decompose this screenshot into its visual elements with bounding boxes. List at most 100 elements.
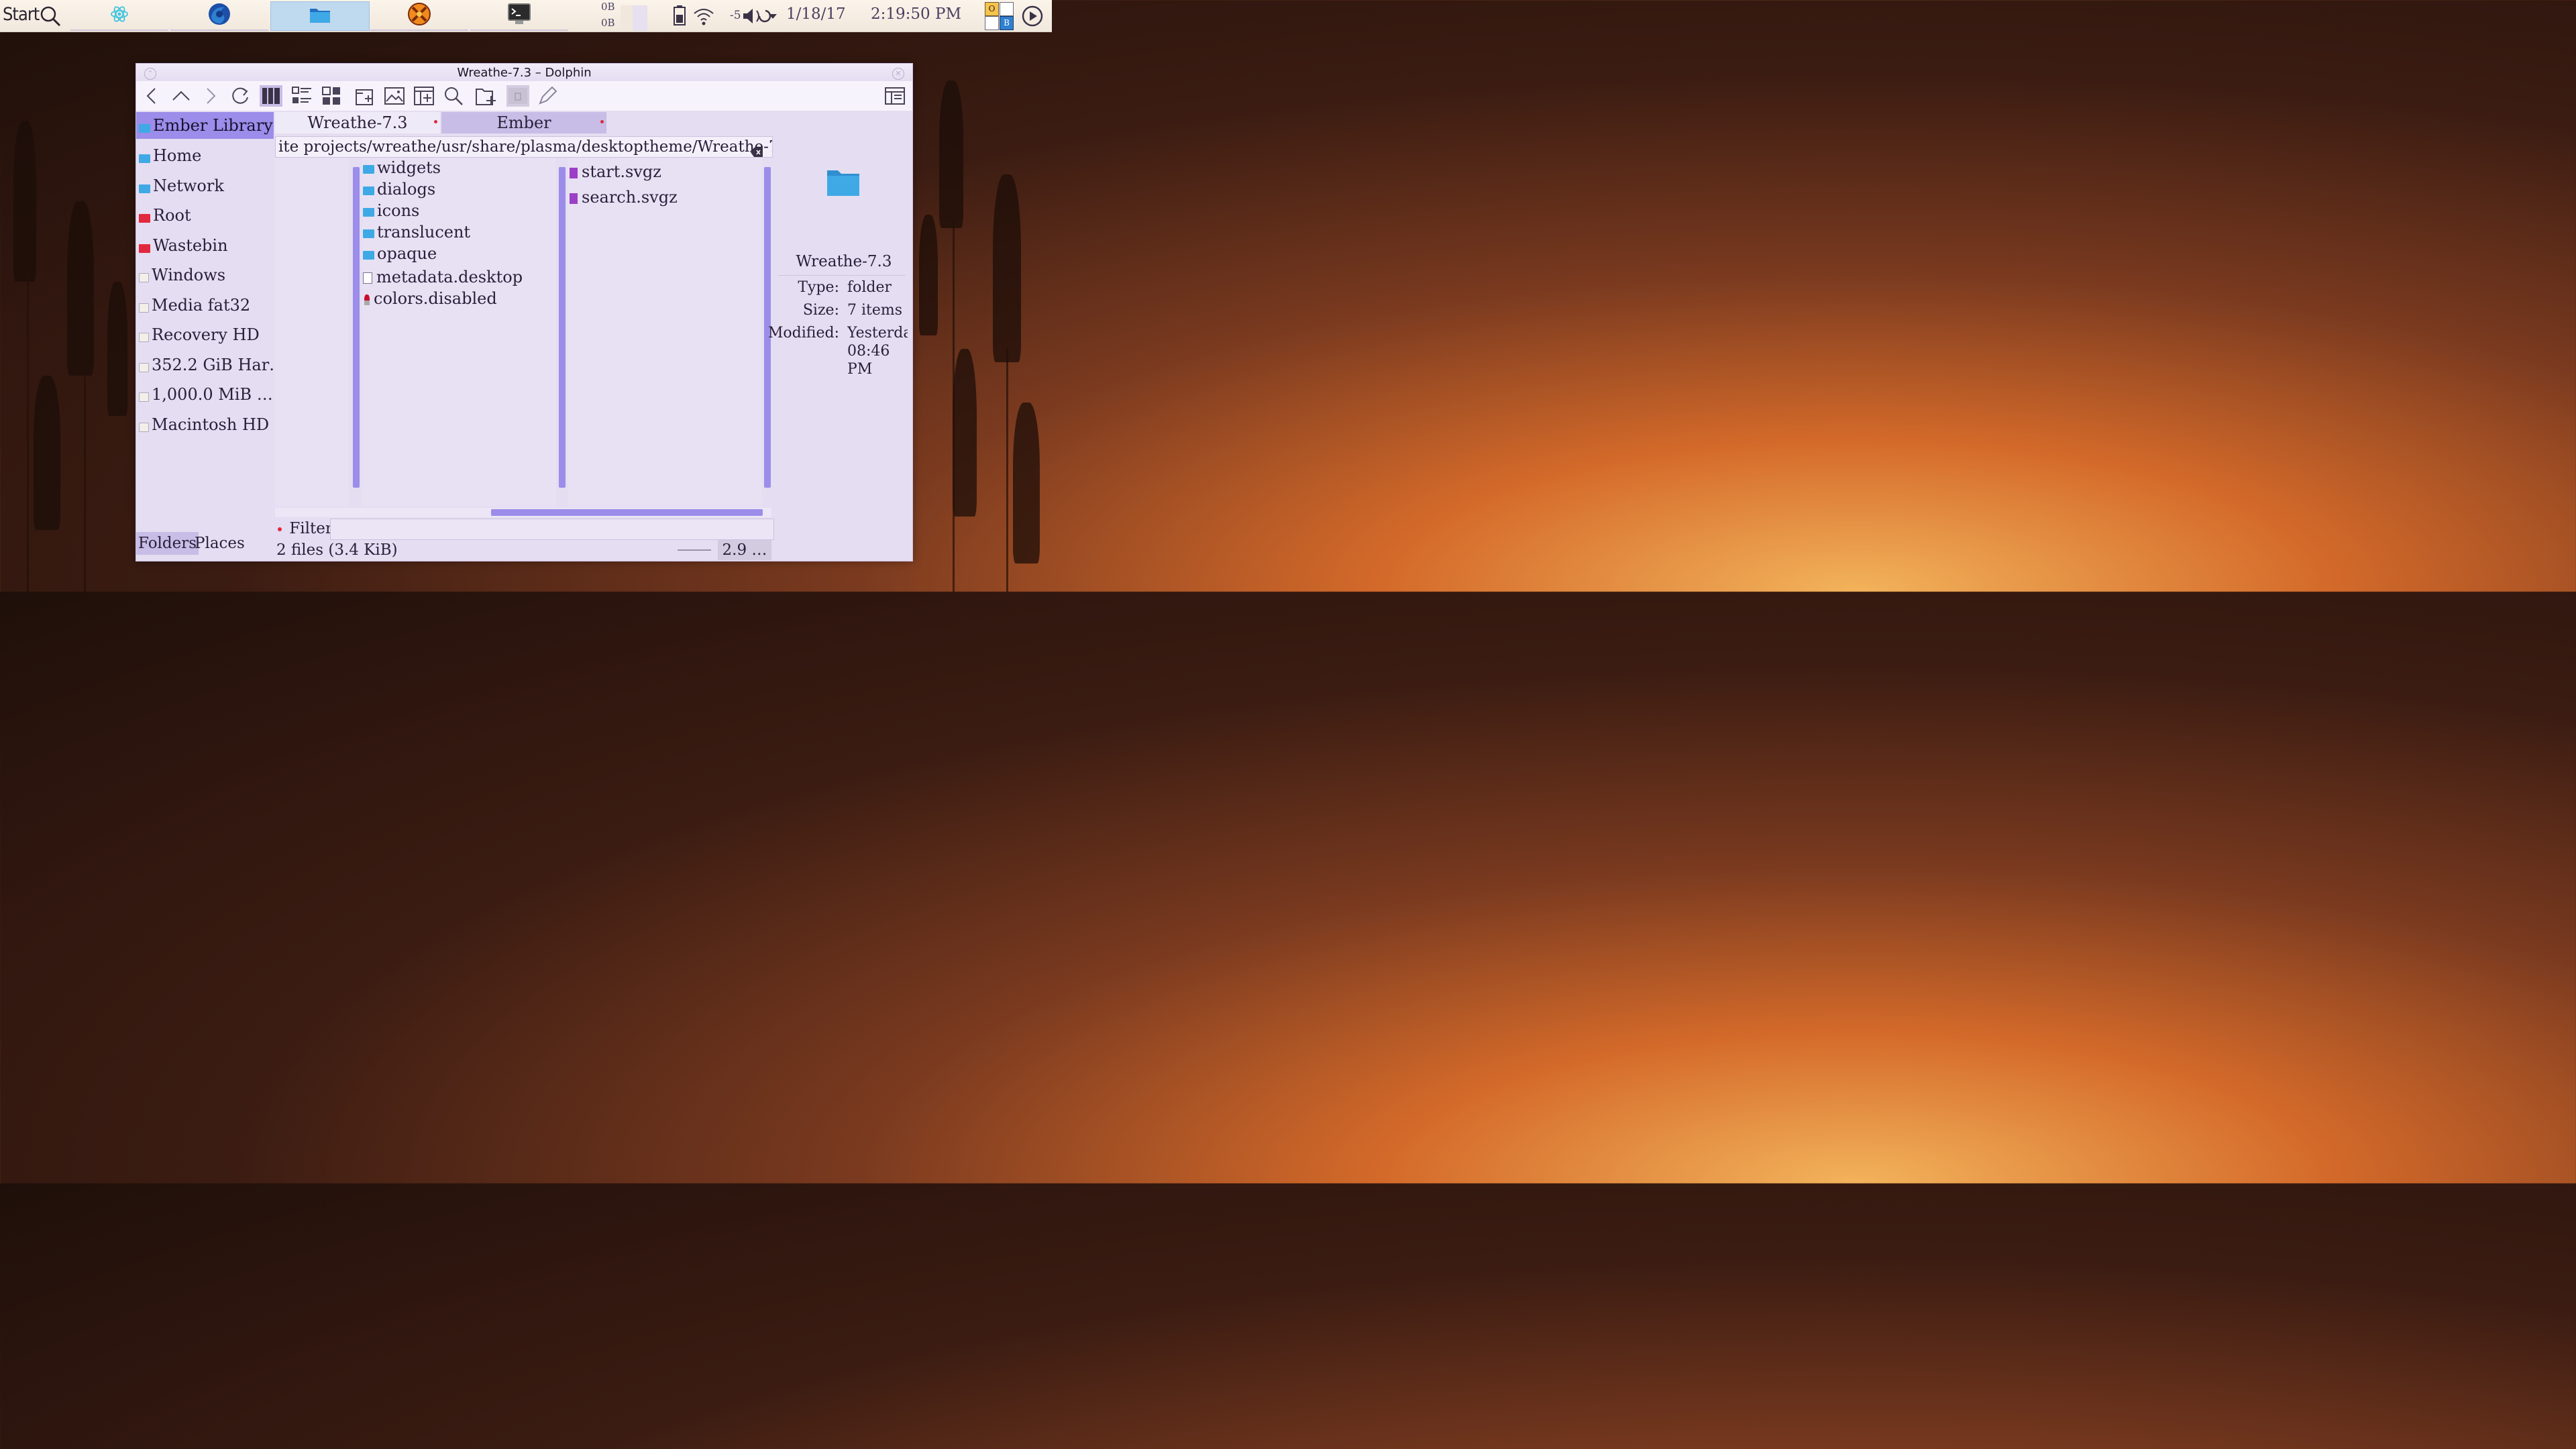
list-item[interactable]: translucent (363, 222, 470, 242)
reload-icon (232, 87, 248, 104)
task-dolphin[interactable] (270, 1, 370, 31)
find-button[interactable] (442, 85, 465, 107)
icons-view-button[interactable] (320, 85, 343, 107)
rename-button[interactable] (536, 85, 559, 107)
file-name: translucent (377, 223, 471, 241)
task-atom[interactable] (70, 1, 168, 31)
sidebar-item-mib-volume[interactable]: 1,000.0 MiB … (136, 381, 274, 408)
sidebar-item-label: Home (153, 146, 202, 165)
battery-icon[interactable] (674, 5, 686, 25)
horizontal-scrollbar-thumb[interactable] (491, 509, 763, 516)
file-name: dialogs (377, 180, 436, 199)
pager-desktop-4[interactable]: B (1000, 16, 1014, 30)
window-titlebar[interactable]: ⌃ Wreathe-7.3 – Dolphin ✕ (136, 64, 912, 81)
list-item[interactable]: opaque (363, 244, 437, 264)
info-divider (778, 275, 906, 276)
start-button[interactable]: Start (3, 4, 40, 25)
columns-icon (262, 88, 280, 104)
pager-desktop-3[interactable] (985, 16, 999, 30)
filter-input[interactable] (330, 519, 774, 540)
search-icon[interactable] (39, 5, 62, 28)
list-item[interactable]: widgets (363, 158, 441, 178)
info-filename: Wreathe-7.3 (796, 253, 892, 270)
speaker-icon[interactable] (742, 7, 778, 28)
file-name: start.svgz (582, 162, 661, 181)
folder-add-icon (476, 89, 496, 105)
sidebar-item-hard-drive[interactable]: 352.2 GiB Har… (136, 352, 274, 378)
zoom-slider[interactable] (678, 549, 711, 551)
tab-folders[interactable]: Folders (136, 532, 199, 555)
free-space-readout: 2.9 … (718, 540, 771, 560)
sidebar-item-label: Windows (152, 266, 226, 284)
list-item[interactable]: colors.disabled (363, 288, 497, 309)
horizontal-scrollbar[interactable] (275, 508, 771, 517)
details-view-button[interactable] (290, 85, 313, 107)
wifi-icon[interactable] (693, 7, 714, 28)
reload-button[interactable] (229, 85, 252, 107)
task-app-x[interactable] (370, 1, 468, 31)
tab-wreathe[interactable]: Wreathe-7.3 (275, 112, 440, 133)
sidebar-item-home[interactable]: Home (136, 142, 274, 169)
folder-icon (363, 208, 374, 217)
split-view-button[interactable] (413, 85, 435, 107)
list-item[interactable]: icons (363, 201, 419, 221)
sidebar-item-media-fat32[interactable]: Media fat32 (136, 292, 274, 319)
sidebar-item-label: 1,000.0 MiB … (152, 385, 273, 404)
sidebar-item-recovery-hd[interactable]: Recovery HD (136, 321, 274, 348)
file-name: widgets (377, 158, 441, 177)
tab-close-icon[interactable] (434, 120, 437, 123)
pager-desktop-2[interactable] (1000, 2, 1014, 16)
list-item[interactable]: metadata.desktop (363, 267, 523, 287)
task-terminal[interactable] (470, 1, 568, 31)
sidebar-item-macintosh-hd[interactable]: Macintosh HD (136, 411, 274, 438)
sidebar-item-network[interactable]: Network (136, 172, 274, 199)
chevron-right-icon (207, 88, 216, 104)
info-size-label: Size: (802, 302, 839, 319)
tab-places[interactable]: Places (193, 532, 247, 555)
svg-file-icon (570, 193, 578, 204)
new-folder-button[interactable] (474, 85, 497, 107)
parent-column-scrollbar[interactable] (353, 167, 360, 488)
back-button[interactable] (140, 85, 163, 107)
folder-icon (139, 124, 150, 133)
move-to-trash-button[interactable] (506, 85, 529, 107)
places-sidebar: Ember Library Home Network Root Wastebin… (136, 112, 274, 555)
filter-close-icon[interactable] (278, 527, 282, 531)
location-bar[interactable]: ite projects/wreathe/usr/share/plasma/de… (275, 136, 773, 158)
volume-level: -5 (730, 9, 741, 22)
sidebar-item-label: Root (153, 206, 191, 225)
sidebar-item-wastebin[interactable]: Wastebin (136, 232, 274, 259)
close-icon[interactable]: ✕ (892, 68, 904, 80)
play-icon[interactable] (1021, 5, 1044, 30)
drive-icon (139, 363, 149, 372)
task-firefox[interactable] (170, 1, 268, 31)
info-modified-value-ampm: PM (847, 361, 873, 378)
folder-column-scrollbar[interactable] (559, 167, 566, 488)
sidebar-item-label: Macintosh HD (152, 415, 270, 434)
list-item[interactable]: start.svgz (570, 162, 661, 182)
sidebar-item-root[interactable]: Root (136, 202, 274, 229)
clear-location-icon[interactable] (751, 142, 763, 157)
information-panel-button[interactable] (883, 85, 906, 107)
sidebar-item-windows[interactable]: Windows (136, 262, 274, 288)
sidebar-item-ember-library[interactable]: Ember Library (136, 112, 274, 139)
list-item[interactable]: dialogs (363, 179, 435, 199)
new-tab-button[interactable] (354, 85, 376, 107)
sidebar-item-label: Wastebin (153, 236, 228, 255)
window-title: Wreathe-7.3 – Dolphin (457, 66, 592, 80)
desktop-pager[interactable]: O B (985, 2, 1014, 30)
columns-view-button[interactable] (260, 85, 282, 107)
tab-ember[interactable]: Ember (441, 112, 606, 133)
pager-desktop-1[interactable]: O (985, 2, 999, 16)
preview-button[interactable] (383, 85, 406, 107)
tab-close-icon[interactable] (600, 120, 604, 123)
folder-icon (363, 165, 374, 174)
drive-icon (139, 333, 149, 342)
window-menu-icon[interactable]: ⌃ (144, 68, 156, 80)
net-up-readout: 0B (601, 1, 615, 13)
status-bar: 2 files (3.4 KiB) 2.9 … (275, 540, 771, 560)
status-text: 2 files (3.4 KiB) (276, 541, 398, 559)
up-button[interactable] (170, 85, 193, 107)
forward-button[interactable] (199, 85, 222, 107)
list-item[interactable]: search.svgz (570, 187, 678, 207)
